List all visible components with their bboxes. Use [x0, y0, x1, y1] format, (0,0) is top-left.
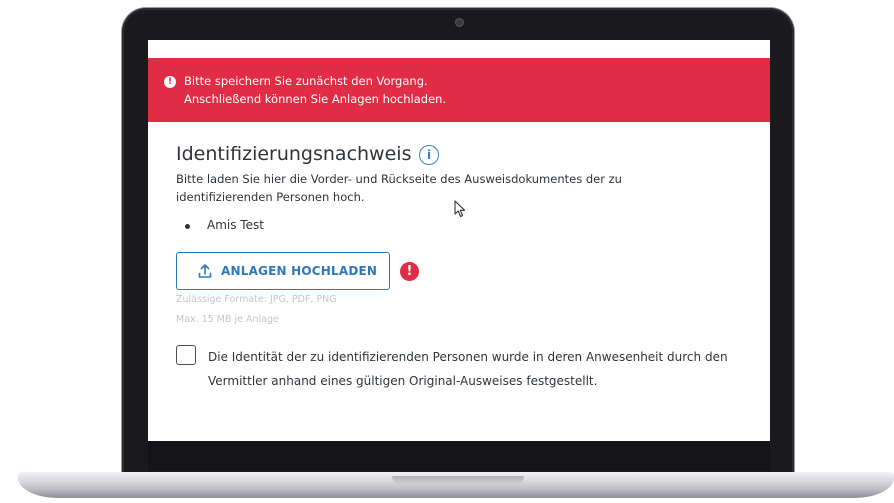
screen-bezel-bottom [148, 441, 770, 471]
upload-button-label: ANLAGEN HOCHLADEN [221, 264, 378, 278]
laptop-screen: ! Bitte speichern Sie zunächst den Vorga… [148, 40, 770, 441]
info-icon[interactable]: i [419, 145, 439, 165]
description-line-2: identifizierenden Personen hoch. [176, 190, 365, 204]
error-banner: ! Bitte speichern Sie zunächst den Vorga… [148, 58, 770, 122]
upload-icon [198, 264, 212, 278]
alert-circle-icon: ! [164, 76, 176, 88]
banner-line-1: Bitte speichern Sie zunächst den Vorgang… [184, 74, 428, 88]
camera-icon [455, 18, 464, 27]
identity-confirmation-checkbox[interactable] [176, 345, 196, 365]
list-item-person: Amis Test [207, 218, 264, 232]
confirmation-line-2: Vermittler anhand eines gültigen Origina… [208, 374, 598, 388]
allowed-formats-hint: Zulässige Formate: JPG, PDF, PNG [176, 294, 337, 305]
banner-message: Bitte speichern Sie zunächst den Vorgang… [184, 72, 446, 108]
description-line-1: Bitte laden Sie hier die Vorder- und Rüc… [176, 172, 622, 186]
mouse-cursor-icon [454, 200, 466, 218]
error-icon: ! [400, 262, 419, 281]
max-size-hint: Max. 15 MB je Anlage [176, 314, 279, 325]
upload-attachments-button[interactable]: ANLAGEN HOCHLADEN [176, 252, 390, 290]
laptop-notch [392, 476, 524, 485]
section-description: Bitte laden Sie hier die Vorder- und Rüc… [176, 170, 696, 206]
identity-confirmation-label: Die Identität der zu identifizierenden P… [208, 345, 763, 393]
banner-line-2: Anschließend können Sie Anlagen hochlade… [184, 92, 447, 106]
confirmation-line-1: Die Identität der zu identifizierenden P… [208, 350, 728, 364]
section-title: Identifizierungsnachweis [176, 143, 412, 165]
bullet-icon [185, 224, 190, 229]
